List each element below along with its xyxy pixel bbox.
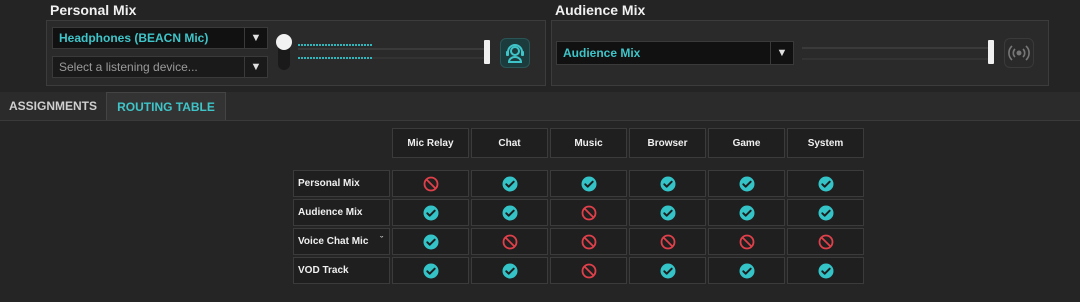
table-corner [293,128,390,158]
blocked-icon [818,234,834,250]
audience-volume-track-top[interactable] [802,47,992,49]
column-header: Chat [471,128,548,158]
routing-cell[interactable] [787,199,864,226]
row-label: Voice Chat Mic ˇ [293,228,390,255]
row-label-text: Audience Mix [298,207,363,218]
row-label-text: Personal Mix [298,178,360,189]
routing-cell[interactable] [708,199,785,226]
table-spacer [787,160,864,168]
routing-cell[interactable] [392,257,469,284]
audience-volume-thumb[interactable] [988,40,994,64]
row-label: VOD Track [293,257,390,284]
chevron-down-icon[interactable]: ▼ [244,28,267,48]
row-label-text: VOD Track [298,265,349,276]
personal-volume-track[interactable] [298,48,488,50]
headset-button[interactable] [500,38,530,68]
routing-cell[interactable] [550,199,627,226]
check-circle-icon [423,263,439,279]
table-spacer [293,160,390,168]
listening-device-placeholder: Select a listening device... [59,60,198,74]
blocked-icon [581,263,597,279]
routing-cell[interactable] [629,170,706,197]
audience-mix-title: Audience Mix [555,2,646,18]
blocked-icon [581,205,597,221]
check-circle-icon [739,205,755,221]
check-circle-icon [423,205,439,221]
check-circle-icon [660,263,676,279]
chevron-down-icon[interactable]: ▼ [244,57,267,77]
tab-routing-table[interactable]: ROUTING TABLE [106,92,226,120]
routing-cell[interactable] [629,257,706,284]
row-dropdown-chevron-icon[interactable]: ˇ [380,235,383,245]
routing-cell[interactable] [629,199,706,226]
column-header: System [787,128,864,158]
column-header: Music [550,128,627,158]
routing-cell[interactable] [471,257,548,284]
routing-cell[interactable] [708,228,785,255]
check-circle-icon [818,205,834,221]
routing-table: Mic Relay Chat Music Browser Game System… [293,128,864,284]
column-header: Game [708,128,785,158]
table-spacer [629,160,706,168]
check-circle-icon [818,176,834,192]
table-spacer [471,160,548,168]
routing-cell[interactable] [708,257,785,284]
check-circle-icon [739,176,755,192]
routing-cell[interactable] [787,257,864,284]
personal-level-meter-bottom [298,57,372,59]
routing-cell[interactable] [392,170,469,197]
routing-cell[interactable] [629,228,706,255]
routing-cell[interactable] [471,228,548,255]
routing-cell[interactable] [550,170,627,197]
routing-cell[interactable] [787,228,864,255]
audience-mix-select-label: Audience Mix [563,46,641,60]
row-label: Audience Mix [293,199,390,226]
routing-cell[interactable] [787,170,864,197]
broadcast-icon [1008,45,1030,61]
blocked-icon [423,176,439,192]
broadcast-button[interactable] [1004,38,1034,68]
blocked-icon [660,234,676,250]
table-spacer [550,160,627,168]
blocked-icon [581,234,597,250]
listening-device-select[interactable]: Select a listening device... ▼ [52,56,268,78]
personal-level-meter-top [298,44,372,46]
column-header: Mic Relay [392,128,469,158]
audience-volume-track-bottom [802,58,992,60]
headset-icon [506,44,524,63]
routing-cell[interactable] [708,170,785,197]
check-circle-icon [739,263,755,279]
audience-mix-select[interactable]: Audience Mix ▼ [556,41,794,65]
output-device-select[interactable]: Headphones (BEACN Mic) ▼ [52,27,268,49]
table-spacer [392,160,469,168]
tab-assignments[interactable]: ASSIGNMENTS [0,92,106,120]
routing-cell[interactable] [471,199,548,226]
check-circle-icon [818,263,834,279]
routing-cell[interactable] [550,257,627,284]
routing-cell[interactable] [392,228,469,255]
personal-volume-thumb[interactable] [484,40,490,64]
blocked-icon [739,234,755,250]
check-circle-icon [423,234,439,250]
row-label-text: Voice Chat Mic [298,236,369,247]
check-circle-icon [502,205,518,221]
personal-level-track-bottom [372,57,488,59]
monitor-toggle-knob[interactable] [276,34,292,50]
check-circle-icon [502,263,518,279]
check-circle-icon [581,176,597,192]
check-circle-icon [660,176,676,192]
column-header: Browser [629,128,706,158]
check-circle-icon [660,205,676,221]
output-device-label: Headphones (BEACN Mic) [59,31,209,45]
row-label: Personal Mix [293,170,390,197]
table-spacer [708,160,785,168]
routing-cell[interactable] [550,228,627,255]
routing-cell[interactable] [471,170,548,197]
personal-mix-title: Personal Mix [50,2,137,18]
routing-cell[interactable] [392,199,469,226]
blocked-icon [502,234,518,250]
check-circle-icon [502,176,518,192]
chevron-down-icon[interactable]: ▼ [770,42,793,64]
